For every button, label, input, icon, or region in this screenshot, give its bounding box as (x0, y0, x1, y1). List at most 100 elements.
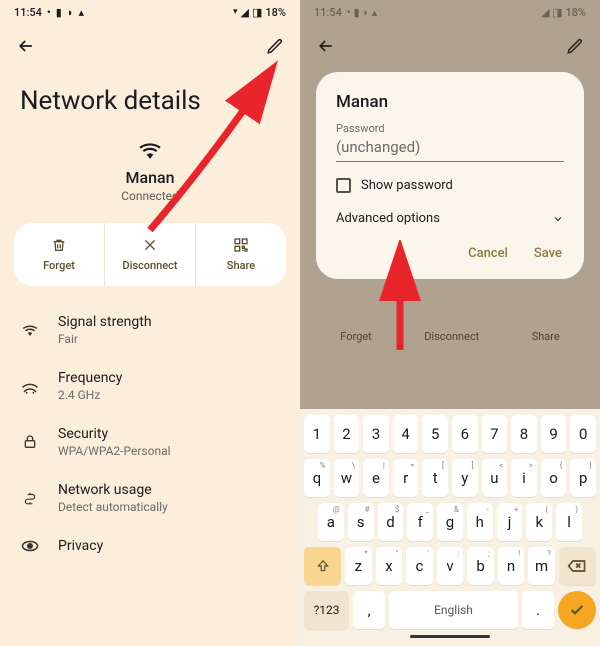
chat-icon: • (47, 6, 51, 19)
key-space[interactable]: English (389, 591, 518, 629)
key-period[interactable]: . (522, 591, 554, 629)
key-a[interactable]: a@ (318, 503, 344, 541)
row-signal-strength[interactable]: Signal strength Fair (0, 302, 300, 358)
show-password-label: Show password (361, 178, 453, 193)
share-button[interactable]: Share (195, 223, 286, 286)
carrier-icon: ◗ (67, 6, 74, 19)
privacy-icon (20, 539, 40, 553)
edit-icon[interactable] (266, 37, 284, 55)
actions-bar: Forget Disconnect Share (14, 223, 286, 286)
key-9[interactable]: 9 (541, 415, 567, 453)
advanced-options-toggle[interactable]: Advanced options (336, 211, 564, 226)
password-input[interactable]: (unchanged) (336, 135, 564, 162)
key-s[interactable]: s# (348, 503, 374, 541)
cancel-button[interactable]: Cancel (466, 240, 510, 267)
page-title: Network details (0, 68, 300, 126)
key-b[interactable]: b; (467, 547, 494, 585)
key-symbols[interactable]: ?123 (304, 591, 349, 629)
key-d[interactable]: d$ (378, 503, 404, 541)
row-frequency[interactable]: Frequency 2.4 GHz (0, 358, 300, 414)
row-privacy[interactable]: Privacy (0, 526, 300, 566)
dialog-network-name: Manan (336, 92, 564, 112)
row-label: Security (58, 426, 171, 442)
row-network-usage[interactable]: Network usage Detect automatically (0, 470, 300, 526)
nav-handle[interactable] (410, 635, 490, 638)
key-g[interactable]: g& (437, 503, 463, 541)
forget-button[interactable]: Forget (14, 223, 104, 286)
details-list: Signal strength Fair Frequency 2.4 GHz S… (0, 298, 300, 570)
save-button[interactable]: Save (532, 240, 564, 267)
show-password-checkbox[interactable]: Show password (336, 178, 564, 193)
key-5[interactable]: 5 (422, 415, 448, 453)
key-h[interactable]: h- (467, 503, 493, 541)
network-details-screen: 11:54 • ▮ ◗ ▴ ▾ ◢ ◨ 18% Network details … (0, 0, 300, 646)
key-z[interactable]: z* (345, 547, 372, 585)
disconnect-label: Disconnect (424, 330, 479, 343)
key-r[interactable]: r= (393, 459, 419, 497)
key-q[interactable]: q% (304, 459, 330, 497)
key-2[interactable]: 2 (334, 415, 360, 453)
frequency-icon (20, 378, 40, 394)
key-e[interactable]: e| (363, 459, 389, 497)
row-sub: Detect automatically (58, 500, 168, 514)
key-t[interactable]: t[ (422, 459, 448, 497)
soft-keyboard: 1234567890 q%w\e|r=t[y]u<i>o{p} a@s#d$f_… (300, 409, 600, 646)
trash-icon (51, 237, 67, 253)
key-p[interactable]: p} (570, 459, 596, 497)
edit-icon[interactable] (566, 37, 584, 55)
battery-pct: 18% (265, 6, 286, 19)
network-status: Connected (121, 189, 179, 203)
key-u[interactable]: u< (482, 459, 508, 497)
key-0[interactable]: 0 (570, 415, 596, 453)
key-4[interactable]: 4 (393, 415, 419, 453)
back-icon[interactable] (16, 36, 36, 56)
key-3[interactable]: 3 (363, 415, 389, 453)
disconnect-button[interactable]: Disconnect (104, 223, 195, 286)
volte-icon: ▾ (233, 7, 238, 17)
key-comma[interactable]: , (353, 591, 385, 629)
key-i[interactable]: i> (511, 459, 537, 497)
row-sub: WPA/WPA2-Personal (58, 444, 171, 458)
row-security[interactable]: Security WPA/WPA2-Personal (0, 414, 300, 470)
key-o[interactable]: o{ (541, 459, 567, 497)
key-k[interactable]: k( (526, 503, 552, 541)
key-j[interactable]: j+ (497, 503, 523, 541)
status-bar: 11:54• ▮ ◗ ▴ ◢ ◨ 18% (300, 0, 600, 24)
top-bar (300, 24, 600, 68)
key-7[interactable]: 7 (482, 415, 508, 453)
back-icon[interactable] (316, 36, 336, 56)
share-label: Share (227, 259, 255, 272)
key-f[interactable]: f_ (407, 503, 433, 541)
wifi-icon (136, 140, 164, 160)
status-bar: 11:54 • ▮ ◗ ▴ ▾ ◢ ◨ 18% (0, 0, 300, 24)
key-backspace[interactable] (559, 547, 596, 585)
row-label: Privacy (58, 538, 103, 554)
top-bar (0, 24, 300, 68)
behind-actions: Forget Disconnect Share (300, 330, 600, 343)
battery-saver-icon: ▮ (56, 6, 62, 19)
key-6[interactable]: 6 (452, 415, 478, 453)
edit-network-dialog: Manan Password (unchanged) Show password… (316, 72, 584, 279)
key-n[interactable]: n! (498, 547, 525, 585)
key-shift[interactable] (304, 547, 341, 585)
password-label: Password (336, 122, 564, 135)
key-l[interactable]: l) (556, 503, 582, 541)
key-m[interactable]: m? (528, 547, 555, 585)
edit-network-screen: 11:54• ▮ ◗ ▴ ◢ ◨ 18% Forget Disconnect S… (300, 0, 600, 646)
share-label: Share (532, 330, 560, 343)
network-name: Manan (125, 168, 174, 187)
key-v[interactable]: v: (437, 547, 464, 585)
key-x[interactable]: x" (376, 547, 403, 585)
key-enter[interactable] (558, 591, 596, 629)
key-8[interactable]: 8 (511, 415, 537, 453)
key-c[interactable]: c' (406, 547, 433, 585)
key-y[interactable]: y] (452, 459, 478, 497)
signal-icon: ◢ (241, 6, 249, 19)
key-w[interactable]: w\ (334, 459, 360, 497)
disconnect-label: Disconnect (122, 259, 177, 272)
key-1[interactable]: 1 (304, 415, 330, 453)
advanced-label: Advanced options (336, 211, 440, 226)
security-icon (20, 433, 40, 451)
forget-label: Forget (43, 259, 75, 272)
signal-strength-icon (20, 323, 40, 337)
